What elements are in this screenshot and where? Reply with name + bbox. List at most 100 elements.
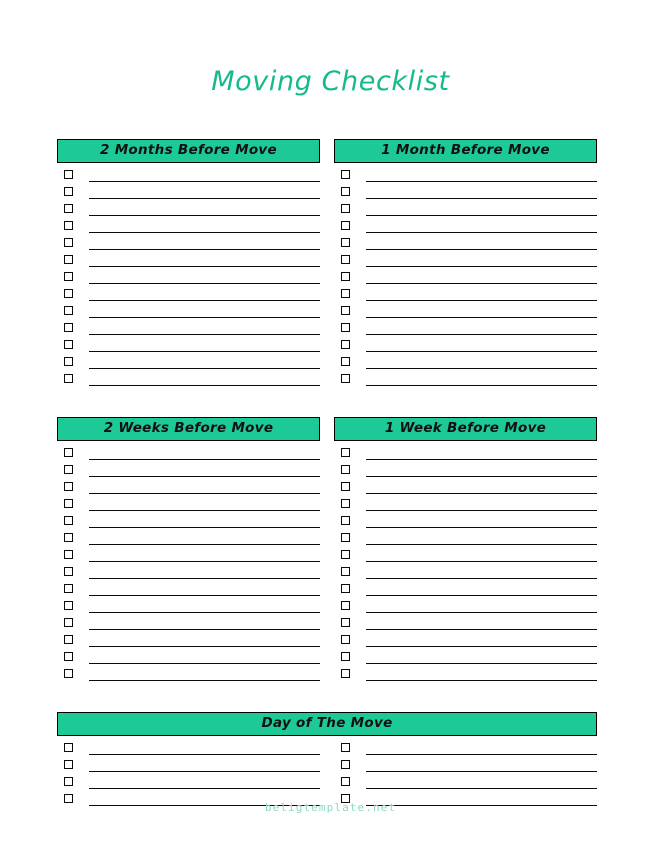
write-line[interactable] [366, 334, 597, 335]
write-line[interactable] [89, 215, 320, 216]
write-line[interactable] [366, 198, 597, 199]
checkbox-icon[interactable] [341, 448, 350, 457]
write-line[interactable] [366, 300, 597, 301]
write-line[interactable] [89, 181, 320, 182]
checklist-item[interactable] [334, 252, 597, 269]
checkbox-icon[interactable] [64, 306, 73, 315]
checkbox-icon[interactable] [64, 743, 73, 752]
write-line[interactable] [366, 771, 597, 772]
checkbox-icon[interactable] [64, 550, 73, 559]
write-line[interactable] [366, 215, 597, 216]
write-line[interactable] [89, 663, 320, 664]
write-line[interactable] [89, 317, 320, 318]
checkbox-icon[interactable] [341, 374, 350, 383]
checkbox-icon[interactable] [64, 187, 73, 196]
write-line[interactable] [89, 266, 320, 267]
checkbox-icon[interactable] [341, 482, 350, 491]
write-line[interactable] [89, 771, 320, 772]
checkbox-icon[interactable] [341, 465, 350, 474]
checklist-item[interactable] [334, 564, 597, 581]
checklist-item[interactable] [57, 547, 320, 564]
checklist-item[interactable] [57, 774, 320, 791]
write-line[interactable] [89, 788, 320, 789]
checkbox-icon[interactable] [64, 760, 73, 769]
checklist-item[interactable] [334, 666, 597, 683]
checklist-item[interactable] [334, 615, 597, 632]
checklist-item[interactable] [57, 496, 320, 513]
checkbox-icon[interactable] [341, 567, 350, 576]
checklist-item[interactable] [57, 479, 320, 496]
checkbox-icon[interactable] [341, 170, 350, 179]
checklist-item[interactable] [57, 666, 320, 683]
write-line[interactable] [366, 493, 597, 494]
checklist-item[interactable] [334, 530, 597, 547]
write-line[interactable] [366, 181, 597, 182]
checkbox-icon[interactable] [341, 340, 350, 349]
checklist-item[interactable] [57, 649, 320, 666]
checklist-item[interactable] [334, 235, 597, 252]
checklist-item[interactable] [57, 201, 320, 218]
write-line[interactable] [366, 595, 597, 596]
checkbox-icon[interactable] [64, 221, 73, 230]
checkbox-icon[interactable] [341, 306, 350, 315]
checkbox-icon[interactable] [341, 516, 350, 525]
checklist-item[interactable] [334, 462, 597, 479]
checkbox-icon[interactable] [64, 357, 73, 366]
write-line[interactable] [89, 351, 320, 352]
checkbox-icon[interactable] [341, 272, 350, 281]
checkbox-icon[interactable] [341, 221, 350, 230]
write-line[interactable] [366, 578, 597, 579]
write-line[interactable] [366, 561, 597, 562]
checkbox-icon[interactable] [64, 635, 73, 644]
write-line[interactable] [366, 232, 597, 233]
checkbox-icon[interactable] [64, 584, 73, 593]
checklist-item[interactable] [334, 598, 597, 615]
checklist-item[interactable] [57, 564, 320, 581]
checkbox-icon[interactable] [341, 255, 350, 264]
checkbox-icon[interactable] [341, 238, 350, 247]
checkbox-icon[interactable] [341, 289, 350, 298]
checkbox-icon[interactable] [64, 323, 73, 332]
write-line[interactable] [89, 544, 320, 545]
checkbox-icon[interactable] [64, 499, 73, 508]
write-line[interactable] [89, 595, 320, 596]
checkbox-icon[interactable] [64, 618, 73, 627]
write-line[interactable] [89, 493, 320, 494]
checkbox-icon[interactable] [64, 669, 73, 678]
write-line[interactable] [366, 476, 597, 477]
checklist-item[interactable] [57, 513, 320, 530]
write-line[interactable] [366, 629, 597, 630]
checkbox-icon[interactable] [341, 499, 350, 508]
write-line[interactable] [366, 646, 597, 647]
write-line[interactable] [89, 198, 320, 199]
write-line[interactable] [89, 459, 320, 460]
write-line[interactable] [366, 663, 597, 664]
write-line[interactable] [89, 646, 320, 647]
checklist-item[interactable] [334, 167, 597, 184]
checklist-item[interactable] [334, 757, 597, 774]
checklist-item[interactable] [334, 740, 597, 757]
checklist-item[interactable] [334, 303, 597, 320]
checklist-item[interactable] [57, 598, 320, 615]
checklist-item[interactable] [334, 371, 597, 388]
checkbox-icon[interactable] [64, 482, 73, 491]
write-line[interactable] [89, 612, 320, 613]
write-line[interactable] [89, 527, 320, 528]
checkbox-icon[interactable] [341, 652, 350, 661]
checklist-item[interactable] [334, 513, 597, 530]
write-line[interactable] [366, 527, 597, 528]
write-line[interactable] [366, 788, 597, 789]
checklist-item[interactable] [334, 337, 597, 354]
checkbox-icon[interactable] [341, 357, 350, 366]
checkbox-icon[interactable] [64, 652, 73, 661]
write-line[interactable] [366, 754, 597, 755]
checklist-item[interactable] [57, 632, 320, 649]
write-line[interactable] [89, 385, 320, 386]
checkbox-icon[interactable] [64, 374, 73, 383]
write-line[interactable] [366, 317, 597, 318]
checklist-item[interactable] [57, 740, 320, 757]
checkbox-icon[interactable] [341, 584, 350, 593]
checklist-item[interactable] [334, 201, 597, 218]
write-line[interactable] [89, 232, 320, 233]
checklist-item[interactable] [334, 269, 597, 286]
